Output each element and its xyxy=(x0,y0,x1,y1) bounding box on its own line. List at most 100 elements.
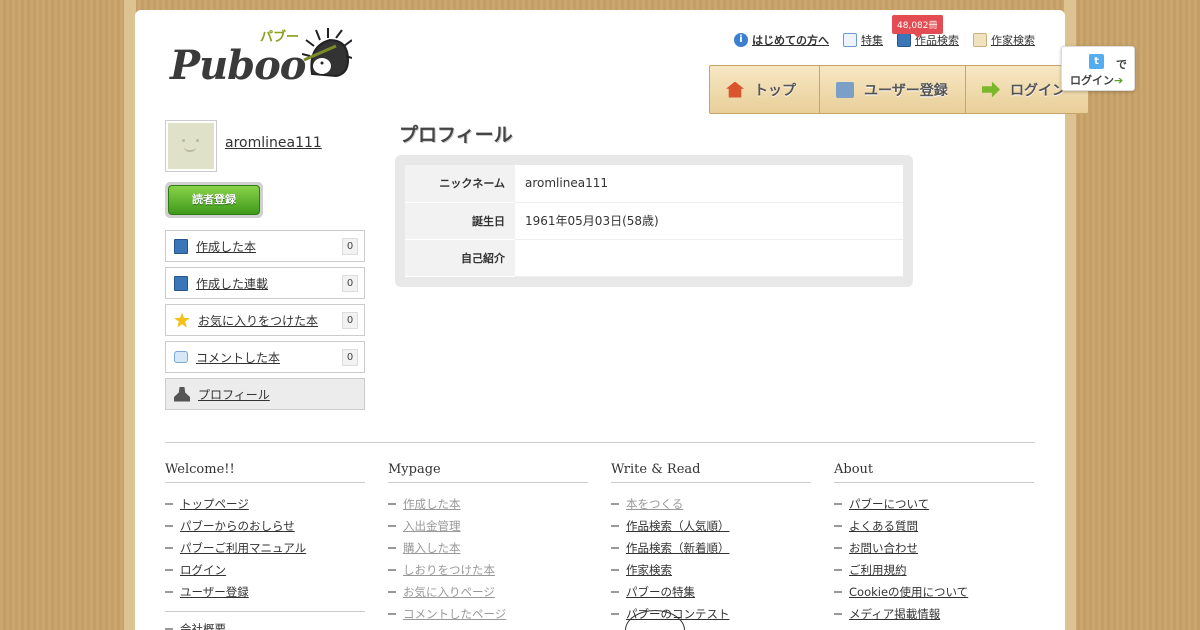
sidebar-item-label[interactable]: 作成した連載 xyxy=(196,275,268,292)
nav-top-button[interactable]: トップ xyxy=(710,66,820,113)
footer-link[interactable]: お気に入りページ xyxy=(403,585,495,599)
footer-link[interactable]: よくある質問 xyxy=(849,519,918,533)
sidebar-item-commented[interactable]: コメントした本 0 xyxy=(165,341,365,373)
toplink-label[interactable]: 特集 xyxy=(861,32,883,48)
footer-link[interactable]: パブーについて xyxy=(849,497,929,511)
footer-link-item: パブーからのおしらせ xyxy=(165,515,365,537)
book-icon xyxy=(897,33,911,47)
footer-link[interactable]: Cookieの使用について xyxy=(849,585,968,599)
toplink-label[interactable]: 作家検索 xyxy=(991,32,1035,48)
sidebar-item-label[interactable]: コメントした本 xyxy=(196,349,280,366)
footer-link-item: パブーについて xyxy=(834,493,1034,515)
sidebar-item-label[interactable]: 作成した本 xyxy=(196,238,256,255)
footer-link[interactable]: 作品検索（新着順） xyxy=(626,541,730,555)
top-links: i はじめての方へ 特集 48,082冊 作品検索 作家検索 xyxy=(734,15,1035,48)
footer-link[interactable]: しおりをつけた本 xyxy=(403,563,495,577)
follow-button[interactable]: 読者登録 xyxy=(165,182,263,218)
sidebar-item-favorites[interactable]: お気に入りをつけた本 0 xyxy=(165,304,365,336)
follow-button-label: 読者登録 xyxy=(168,185,260,215)
footer-link[interactable]: 作成した本 xyxy=(403,497,461,511)
profile-field-value xyxy=(515,239,903,277)
page-container: Puboo パブー i はじめての方へ 特集 48,082冊 作品検索 作家検索… xyxy=(135,10,1135,630)
toplink-first-time[interactable]: i はじめての方へ xyxy=(734,32,829,48)
profile-field-value: aromlinea111 xyxy=(515,165,903,203)
footer-link-item: しおりをつけた本 xyxy=(388,559,588,581)
footer-link-item: お気に入りページ xyxy=(388,581,588,603)
footer-link[interactable]: ご利用規約 xyxy=(849,563,907,577)
sidebar-item-label[interactable]: お気に入りをつけた本 xyxy=(198,312,318,329)
footer-column-welcome: Welcome!! トップページ パブーからのおしらせ パブーご利用マニュアル … xyxy=(165,462,365,630)
nav-label: ログイン xyxy=(1010,82,1066,99)
book-count-badge: 48,082冊 xyxy=(892,15,943,38)
person-icon xyxy=(174,386,190,402)
profile-field-label: 自己紹介 xyxy=(405,239,515,277)
writer-face-icon xyxy=(973,33,987,47)
username-link[interactable]: aromlinea111 xyxy=(225,135,322,151)
comment-bubble-icon xyxy=(174,351,188,363)
footer-link-item: メディア掲載情報 xyxy=(834,603,1034,625)
open-book-icon xyxy=(843,33,857,47)
footer-column-title: Mypage xyxy=(388,462,588,483)
footer-column-about: About パブーについて よくある質問 お問い合わせ ご利用規約 Cookie… xyxy=(834,462,1034,625)
footer-column-write-read: Write & Read 本をつくる 作品検索（人気順） 作品検索（新着順） 作… xyxy=(611,462,811,625)
toplink-book-search[interactable]: 48,082冊 作品検索 xyxy=(892,15,959,48)
sidebar-item-profile[interactable]: プロフィール xyxy=(165,378,365,410)
footer-link[interactable]: パブーの特集 xyxy=(626,585,695,599)
profile-field-label: 誕生日 xyxy=(405,202,515,240)
footer-link[interactable]: コメントしたページ xyxy=(403,607,506,621)
footer-link[interactable]: 作家検索 xyxy=(626,563,672,577)
footer-link[interactable]: 入出金管理 xyxy=(403,519,461,533)
toplink-features[interactable]: 特集 xyxy=(843,32,883,48)
footer-divider xyxy=(165,442,1035,443)
footer-link[interactable]: パブーご利用マニュアル xyxy=(180,541,306,555)
count-badge: 0 xyxy=(342,349,358,366)
footer-link[interactable]: ユーザー登録 xyxy=(180,585,249,599)
nav-register-button[interactable]: ユーザー登録 xyxy=(820,66,966,113)
footer-link[interactable]: 会社概要 xyxy=(180,622,226,630)
twitter-login-button[interactable]: t で ログイン➔ xyxy=(1061,46,1135,91)
avatar[interactable] xyxy=(165,120,217,172)
avatar-image xyxy=(168,123,214,169)
avatar-eye xyxy=(182,139,185,142)
site-logo[interactable]: Puboo パブー xyxy=(170,24,352,89)
nav-label: ユーザー登録 xyxy=(864,82,948,99)
footer-link-item: 作成した本 xyxy=(388,493,588,515)
profile-table: ニックネーム aromlinea111 誕生日 1961年05月03日(58歳)… xyxy=(405,165,903,277)
footer-subsection: 会社概要 xyxy=(165,611,365,630)
page-title: プロフィール xyxy=(399,124,513,146)
footer-link[interactable]: 本をつくる xyxy=(626,497,683,511)
table-row: 誕生日 1961年05月03日(58歳) xyxy=(405,202,903,240)
sidebar-item-created-books[interactable]: 作成した本 0 xyxy=(165,230,365,262)
toplink-label[interactable]: はじめての方へ xyxy=(752,32,829,48)
footer-link[interactable]: メディア掲載情報 xyxy=(849,607,940,621)
footer-link-item: コメントしたページ xyxy=(388,603,588,625)
avatar-mouth xyxy=(184,147,196,152)
table-row: 自己紹介 xyxy=(405,239,903,277)
footer-link-item: Cookieの使用について xyxy=(834,581,1034,603)
home-icon xyxy=(726,81,744,98)
footer-link-item: ログイン xyxy=(165,559,365,581)
footer-link[interactable]: 購入した本 xyxy=(403,541,461,555)
avatar-eye xyxy=(196,139,199,142)
profile-field-label: ニックネーム xyxy=(405,165,515,203)
footer-link[interactable]: お問い合わせ xyxy=(849,541,918,555)
count-badge: 0 xyxy=(342,275,358,292)
footer-link[interactable]: 作品検索（人気順） xyxy=(626,519,730,533)
footer-column-mypage: Mypage 作成した本 入出金管理 購入した本 しおりをつけた本 お気に入りペ… xyxy=(388,462,588,625)
twitter-login-text: ログイン xyxy=(1070,74,1114,87)
footer-link-item: ご利用規約 xyxy=(834,559,1034,581)
pencil-icon xyxy=(836,81,854,98)
arrow-icon: ➔ xyxy=(1114,74,1124,87)
toplink-writer-search[interactable]: 作家検索 xyxy=(973,32,1035,48)
footer-column-title: Write & Read xyxy=(611,462,811,483)
sidebar-item-created-series[interactable]: 作成した連載 0 xyxy=(165,267,365,299)
footer-link[interactable]: ログイン xyxy=(180,563,226,577)
footer-link-item: 会社概要 xyxy=(165,618,365,630)
footer-link-item: 購入した本 xyxy=(388,537,588,559)
hedgehog-logo-icon xyxy=(302,28,352,78)
footer-link-item: パブーご利用マニュアル xyxy=(165,537,365,559)
sidebar-item-label[interactable]: プロフィール xyxy=(198,386,270,403)
footer-link[interactable]: トップページ xyxy=(180,497,249,511)
count-badge: 0 xyxy=(342,312,358,329)
footer-link[interactable]: パブーからのおしらせ xyxy=(180,519,295,533)
